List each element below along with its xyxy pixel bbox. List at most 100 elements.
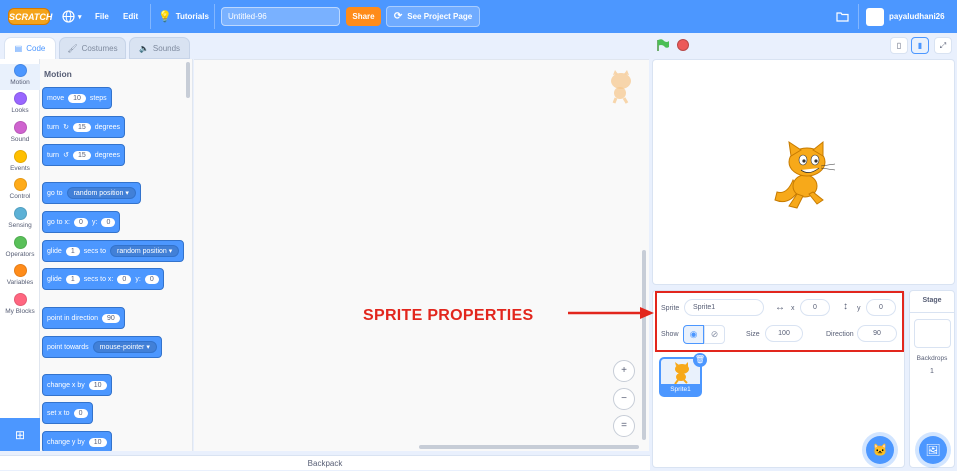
sprite-list-item-name: Sprite1: [661, 384, 700, 395]
block-input[interactable]: 1: [65, 274, 80, 284]
block-text: go to x:: [47, 218, 70, 226]
turn-right-block[interactable]: turn ↻ 15 degrees: [42, 116, 126, 138]
block-input[interactable]: 0: [117, 274, 132, 284]
block-text: degrees: [94, 151, 121, 159]
block-input[interactable]: 1: [65, 246, 80, 256]
change-x-block[interactable]: change x by 10: [42, 374, 112, 396]
category-events[interactable]: Events: [0, 150, 40, 172]
small-stage-button[interactable]: ▯: [890, 37, 908, 54]
language-menu[interactable]: ▾: [62, 0, 82, 33]
extension-icon: ⊞: [14, 427, 26, 442]
block-input[interactable]: 0: [144, 274, 159, 284]
tab-costumes[interactable]: 🖌 Costumes: [59, 37, 126, 59]
block-input[interactable]: 15: [72, 150, 91, 160]
block-input[interactable]: 10: [88, 380, 107, 390]
tab-sounds-label: Sounds: [152, 43, 181, 53]
block-text: y:: [135, 275, 141, 283]
fullscreen-icon: ⤢: [939, 41, 947, 50]
sensing-dot-icon: [13, 207, 27, 220]
green-flag-icon[interactable]: [656, 39, 670, 54]
divider: [910, 312, 954, 313]
block-input[interactable]: 10: [88, 437, 107, 447]
zoom-out-button[interactable]: −: [613, 388, 635, 410]
go-to-block[interactable]: go to random position ▾: [42, 182, 141, 204]
glide-to-block[interactable]: glide 1 secs to random position ▾: [42, 240, 185, 262]
add-extension-button[interactable]: ⊞: [0, 418, 40, 451]
script-vertical-scrollbar[interactable]: [642, 250, 646, 440]
backpack-bar[interactable]: Backpack: [0, 455, 650, 470]
block-dropdown[interactable]: mouse-pointer ▾: [92, 341, 157, 353]
category-my-blocks[interactable]: My Blocks: [0, 293, 40, 315]
dropdown-value: random position: [73, 190, 124, 197]
tab-code[interactable]: ▤ Code: [4, 37, 56, 59]
zoom-in-button[interactable]: +: [613, 360, 635, 382]
small-stage-icon: ▯: [896, 41, 902, 50]
see-project-page-button[interactable]: ⟳ See Project Page: [386, 6, 480, 27]
category-looks[interactable]: Looks: [0, 92, 40, 114]
my-stuff-folder-icon[interactable]: [836, 0, 849, 33]
block-input[interactable]: 0: [101, 217, 116, 227]
point-towards-block[interactable]: point towards mouse-pointer ▾: [42, 336, 162, 358]
script-horizontal-scrollbar[interactable]: [419, 445, 639, 449]
palette-scrollbar[interactable]: [186, 62, 190, 98]
block-input[interactable]: 90: [101, 313, 120, 323]
category-label: Motion: [10, 79, 30, 86]
block-dropdown[interactable]: random position ▾: [109, 245, 180, 257]
rotate-left-icon: ↺: [63, 152, 69, 159]
change-y-block[interactable]: change y by 10: [42, 431, 112, 451]
set-x-block[interactable]: set x to 0: [42, 402, 93, 424]
zoom-reset-button[interactable]: =: [613, 415, 635, 437]
category-sensing[interactable]: Sensing: [0, 207, 40, 229]
file-menu[interactable]: File: [95, 0, 109, 33]
menu-divider: [150, 4, 151, 29]
tutorials-button[interactable]: 💡 Tutorials: [158, 0, 209, 33]
block-input[interactable]: 0: [73, 408, 88, 418]
block-dropdown[interactable]: random position ▾: [66, 187, 136, 199]
block-input[interactable]: 15: [72, 122, 91, 132]
fullscreen-button[interactable]: ⤢: [934, 37, 952, 54]
account-menu[interactable]: payaludhani26: [866, 0, 945, 33]
stop-icon[interactable]: [677, 39, 689, 51]
tab-sounds[interactable]: 🔈 Sounds: [129, 37, 190, 59]
category-label: Sensing: [8, 222, 32, 229]
go-to-xy-block[interactable]: go to x: 0 y: 0: [42, 211, 121, 233]
block-text: change x by: [47, 381, 85, 389]
move-steps-block[interactable]: move 10 steps: [42, 87, 112, 109]
edit-menu[interactable]: Edit: [123, 0, 138, 33]
block-input[interactable]: 10: [68, 93, 86, 103]
choose-sprite-button[interactable]: 🐱: [866, 436, 894, 464]
sprite-properties-highlight: [655, 291, 904, 352]
project-title-input[interactable]: Untitled-96: [221, 7, 340, 26]
category-operators[interactable]: Operators: [0, 236, 40, 258]
delete-sprite-button[interactable]: 🗑: [693, 353, 707, 367]
events-dot-icon: [13, 150, 27, 163]
see-project-page-label: See Project Page: [407, 12, 473, 21]
glide-to-xy-block[interactable]: glide 1 secs to x: 0 y: 0: [42, 268, 164, 290]
category-label: Looks: [11, 107, 29, 114]
cat-sprite-icon[interactable]: [771, 140, 839, 210]
dropdown-value: random position: [116, 248, 167, 255]
category-label: My Blocks: [5, 308, 35, 315]
stage-canvas[interactable]: [652, 59, 955, 285]
script-area[interactable]: + − =: [194, 59, 649, 451]
choose-backdrop-button[interactable]: 🖼: [919, 436, 947, 464]
backdrop-thumbnail[interactable]: [914, 319, 951, 348]
category-sound[interactable]: Sound: [0, 121, 40, 143]
category-variables[interactable]: Variables: [0, 264, 40, 286]
category-label: Control: [9, 193, 31, 200]
sprite-watermark-icon: [611, 70, 631, 104]
category-control[interactable]: Control: [0, 178, 40, 200]
normal-stage-icon: ▮: [917, 41, 923, 50]
scratch-logo[interactable]: SCRATCH: [8, 8, 52, 25]
share-button[interactable]: Share: [346, 7, 381, 26]
block-text: move: [47, 94, 65, 102]
backdrops-label: Backdrops: [916, 355, 948, 362]
point-in-direction-block[interactable]: point in direction 90: [42, 307, 125, 329]
normal-stage-button[interactable]: ▮: [911, 37, 929, 54]
refresh-icon: ⟳: [393, 11, 403, 22]
turn-left-block[interactable]: turn ↺ 15 degrees: [42, 144, 126, 166]
category-motion[interactable]: Motion: [0, 64, 40, 90]
tab-costumes-label: Costumes: [81, 43, 118, 53]
block-input[interactable]: 0: [73, 217, 88, 227]
block-text: degrees: [94, 123, 121, 131]
